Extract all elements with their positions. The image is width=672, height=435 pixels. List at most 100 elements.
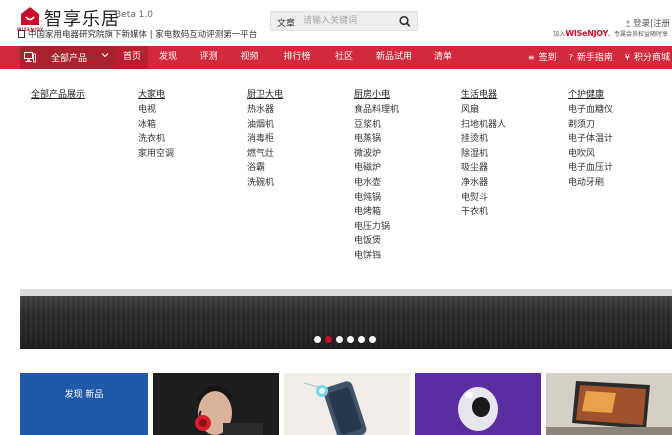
- menu-item[interactable]: 电饭煲: [354, 234, 399, 249]
- nav-item-home[interactable]: 首页: [116, 46, 148, 69]
- beta-version: Beta 1.0: [115, 10, 153, 20]
- user-icon: [625, 20, 632, 27]
- search-category[interactable]: 文章: [277, 16, 295, 29]
- chevron-down-icon: [101, 53, 109, 58]
- headphones-image: [195, 386, 263, 435]
- carousel-dot[interactable]: [336, 336, 343, 343]
- carousel-dot[interactable]: [314, 336, 321, 343]
- guide-label: 新手指南: [576, 53, 613, 63]
- speaker-image: [415, 373, 541, 435]
- register-link[interactable]: 注册: [653, 19, 670, 29]
- nav-item-discover[interactable]: 发现: [148, 46, 188, 69]
- menu-item[interactable]: 电炖锅: [354, 191, 399, 206]
- carousel-dots: [314, 336, 380, 343]
- nav-item-community[interactable]: 社区: [324, 46, 364, 69]
- join-promo[interactable]: 加入WISeNJOY。专属会员权益随时享: [553, 29, 668, 38]
- menu-item[interactable]: 电饼铛: [354, 249, 399, 264]
- show-all-products-link[interactable]: 全部产品展示: [31, 87, 85, 100]
- product-tile-laptop[interactable]: [546, 373, 672, 435]
- join-brand: WISeNJOY: [565, 29, 608, 38]
- monitor-icon: [24, 52, 36, 63]
- menu-category-title[interactable]: 厨房小电: [354, 87, 399, 100]
- search-icon[interactable]: [397, 14, 413, 29]
- carousel-dot[interactable]: [347, 336, 354, 343]
- product-tile-speaker[interactable]: [415, 373, 541, 435]
- join-prefix: 加入: [553, 31, 566, 38]
- guide-link[interactable]: ? 新手指南: [569, 46, 613, 69]
- discover-new-tile[interactable]: 发现 新品: [20, 373, 148, 435]
- menu-item[interactable]: 豆浆机: [354, 118, 399, 133]
- laptop-image: [546, 373, 672, 435]
- menu-item[interactable]: 家用空调: [138, 147, 174, 162]
- menu-item[interactable]: 电动牙刷: [568, 176, 613, 191]
- join-suffix: 。专属会员权益随时享: [607, 31, 668, 38]
- menu-item[interactable]: 油烟机: [247, 118, 283, 133]
- discover-new-label: 发现 新品: [64, 390, 104, 400]
- menu-item[interactable]: 电视: [138, 103, 174, 118]
- points-mall-label: 积分商城: [633, 53, 670, 63]
- checkin-link[interactable]: ≡ 签到: [528, 46, 557, 69]
- menu-item[interactable]: 电子血糖仪: [568, 103, 613, 118]
- carousel-dot[interactable]: [358, 336, 365, 343]
- menu-item[interactable]: 电蒸锅: [354, 132, 399, 147]
- menu-item[interactable]: 电熨斗: [461, 191, 506, 206]
- product-strip: 发现 新品: [20, 373, 672, 435]
- menu-item[interactable]: 洗衣机: [138, 132, 174, 147]
- menu-item[interactable]: 除湿机: [461, 147, 506, 162]
- menu-item[interactable]: 电压力锅: [354, 220, 399, 235]
- menu-item[interactable]: 消毒柜: [247, 132, 283, 147]
- banner-top-edge: [20, 289, 672, 296]
- site-header: WISENJOY 智享乐居 Beta 1.0 中国家用电器研究院旗下新媒体 | …: [0, 0, 672, 44]
- phone-image: [303, 381, 367, 435]
- menu-item[interactable]: 扫地机器人: [461, 118, 506, 133]
- menu-column-personal-care: 个护健康 电子血糖仪 剃须刀 电子体温计 电吹风 电子血压计 电动牙刷: [568, 87, 613, 191]
- menu-item[interactable]: 挂烫机: [461, 132, 506, 147]
- nav-item-rankings[interactable]: 排行榜: [270, 46, 324, 69]
- menu-item[interactable]: 电子血压计: [568, 161, 613, 176]
- menu-item[interactable]: 风扇: [461, 103, 506, 118]
- nav-item-lists[interactable]: 清单: [424, 46, 462, 69]
- menu-item[interactable]: 电水壶: [354, 176, 399, 191]
- menu-item[interactable]: 冰箱: [138, 118, 174, 133]
- tagline-text: 中国家用电器研究院旗下新媒体 | 家电数码互动评测第一平台: [28, 30, 258, 40]
- nav-right: ≡ 签到 ? 新手指南 ¥ 积分商城: [516, 46, 670, 69]
- menu-item[interactable]: 食品料理机: [354, 103, 399, 118]
- all-products-button[interactable]: 全部产品: [20, 46, 116, 69]
- menu-item[interactable]: 电磁炉: [354, 161, 399, 176]
- menu-item[interactable]: 燃气灶: [247, 147, 283, 162]
- hero-carousel[interactable]: [20, 289, 672, 349]
- menu-item[interactable]: 电烤箱: [354, 205, 399, 220]
- menu-category-title[interactable]: 厨卫大电: [247, 87, 283, 100]
- carousel-dot[interactable]: [369, 336, 376, 343]
- menu-item[interactable]: 吸尘器: [461, 161, 506, 176]
- menu-column-kitchen-bath: 厨卫大电 热水器 油烟机 消毒柜 燃气灶 浴霸 洗碗机: [247, 87, 283, 191]
- menu-column-living: 生活电器 风扇 扫地机器人 挂烫机 除湿机 吸尘器 净水器 电熨斗 干衣机: [461, 87, 506, 220]
- menu-item[interactable]: 热水器: [247, 103, 283, 118]
- menu-item[interactable]: 微波炉: [354, 147, 399, 162]
- product-tile-phone[interactable]: [284, 373, 410, 435]
- menu-item[interactable]: 电子体温计: [568, 132, 613, 147]
- menu-item[interactable]: 干衣机: [461, 205, 506, 220]
- points-mall-link[interactable]: ¥ 积分商城: [625, 46, 670, 69]
- product-tile-headphones[interactable]: [153, 373, 279, 435]
- nav-item-reviews[interactable]: 评测: [188, 46, 229, 69]
- nav-item-new-trials[interactable]: 新品试用: [364, 46, 424, 69]
- menu-item[interactable]: 净水器: [461, 176, 506, 191]
- menu-item[interactable]: 电吹风: [568, 147, 613, 162]
- carousel-dot-active[interactable]: [325, 336, 332, 343]
- nav-item-videos[interactable]: 视频: [229, 46, 270, 69]
- menu-category-title[interactable]: 生活电器: [461, 87, 506, 100]
- menu-column-kitchen-small: 厨房小电 食品料理机 豆浆机 电蒸锅 微波炉 电磁炉 电水壶 电炖锅 电烤箱 电…: [354, 87, 399, 264]
- menu-item[interactable]: 浴霸: [247, 161, 283, 176]
- nav-items: 首页 发现 评测 视频 排行榜 社区 新品试用 清单: [116, 46, 462, 69]
- login-link[interactable]: 登录: [633, 19, 650, 29]
- help-icon: ?: [568, 53, 573, 62]
- search-input[interactable]: [303, 14, 393, 28]
- menu-item[interactable]: 洗碗机: [247, 176, 283, 191]
- house-logo-icon[interactable]: [20, 6, 40, 26]
- menu-category-title[interactable]: 大家电: [138, 87, 174, 100]
- tagline: 中国家用电器研究院旗下新媒体 | 家电数码互动评测第一平台: [18, 28, 257, 40]
- menu-category-title[interactable]: 个护健康: [568, 87, 613, 100]
- menu-item[interactable]: 剃须刀: [568, 118, 613, 133]
- search-box: 文章: [270, 11, 418, 31]
